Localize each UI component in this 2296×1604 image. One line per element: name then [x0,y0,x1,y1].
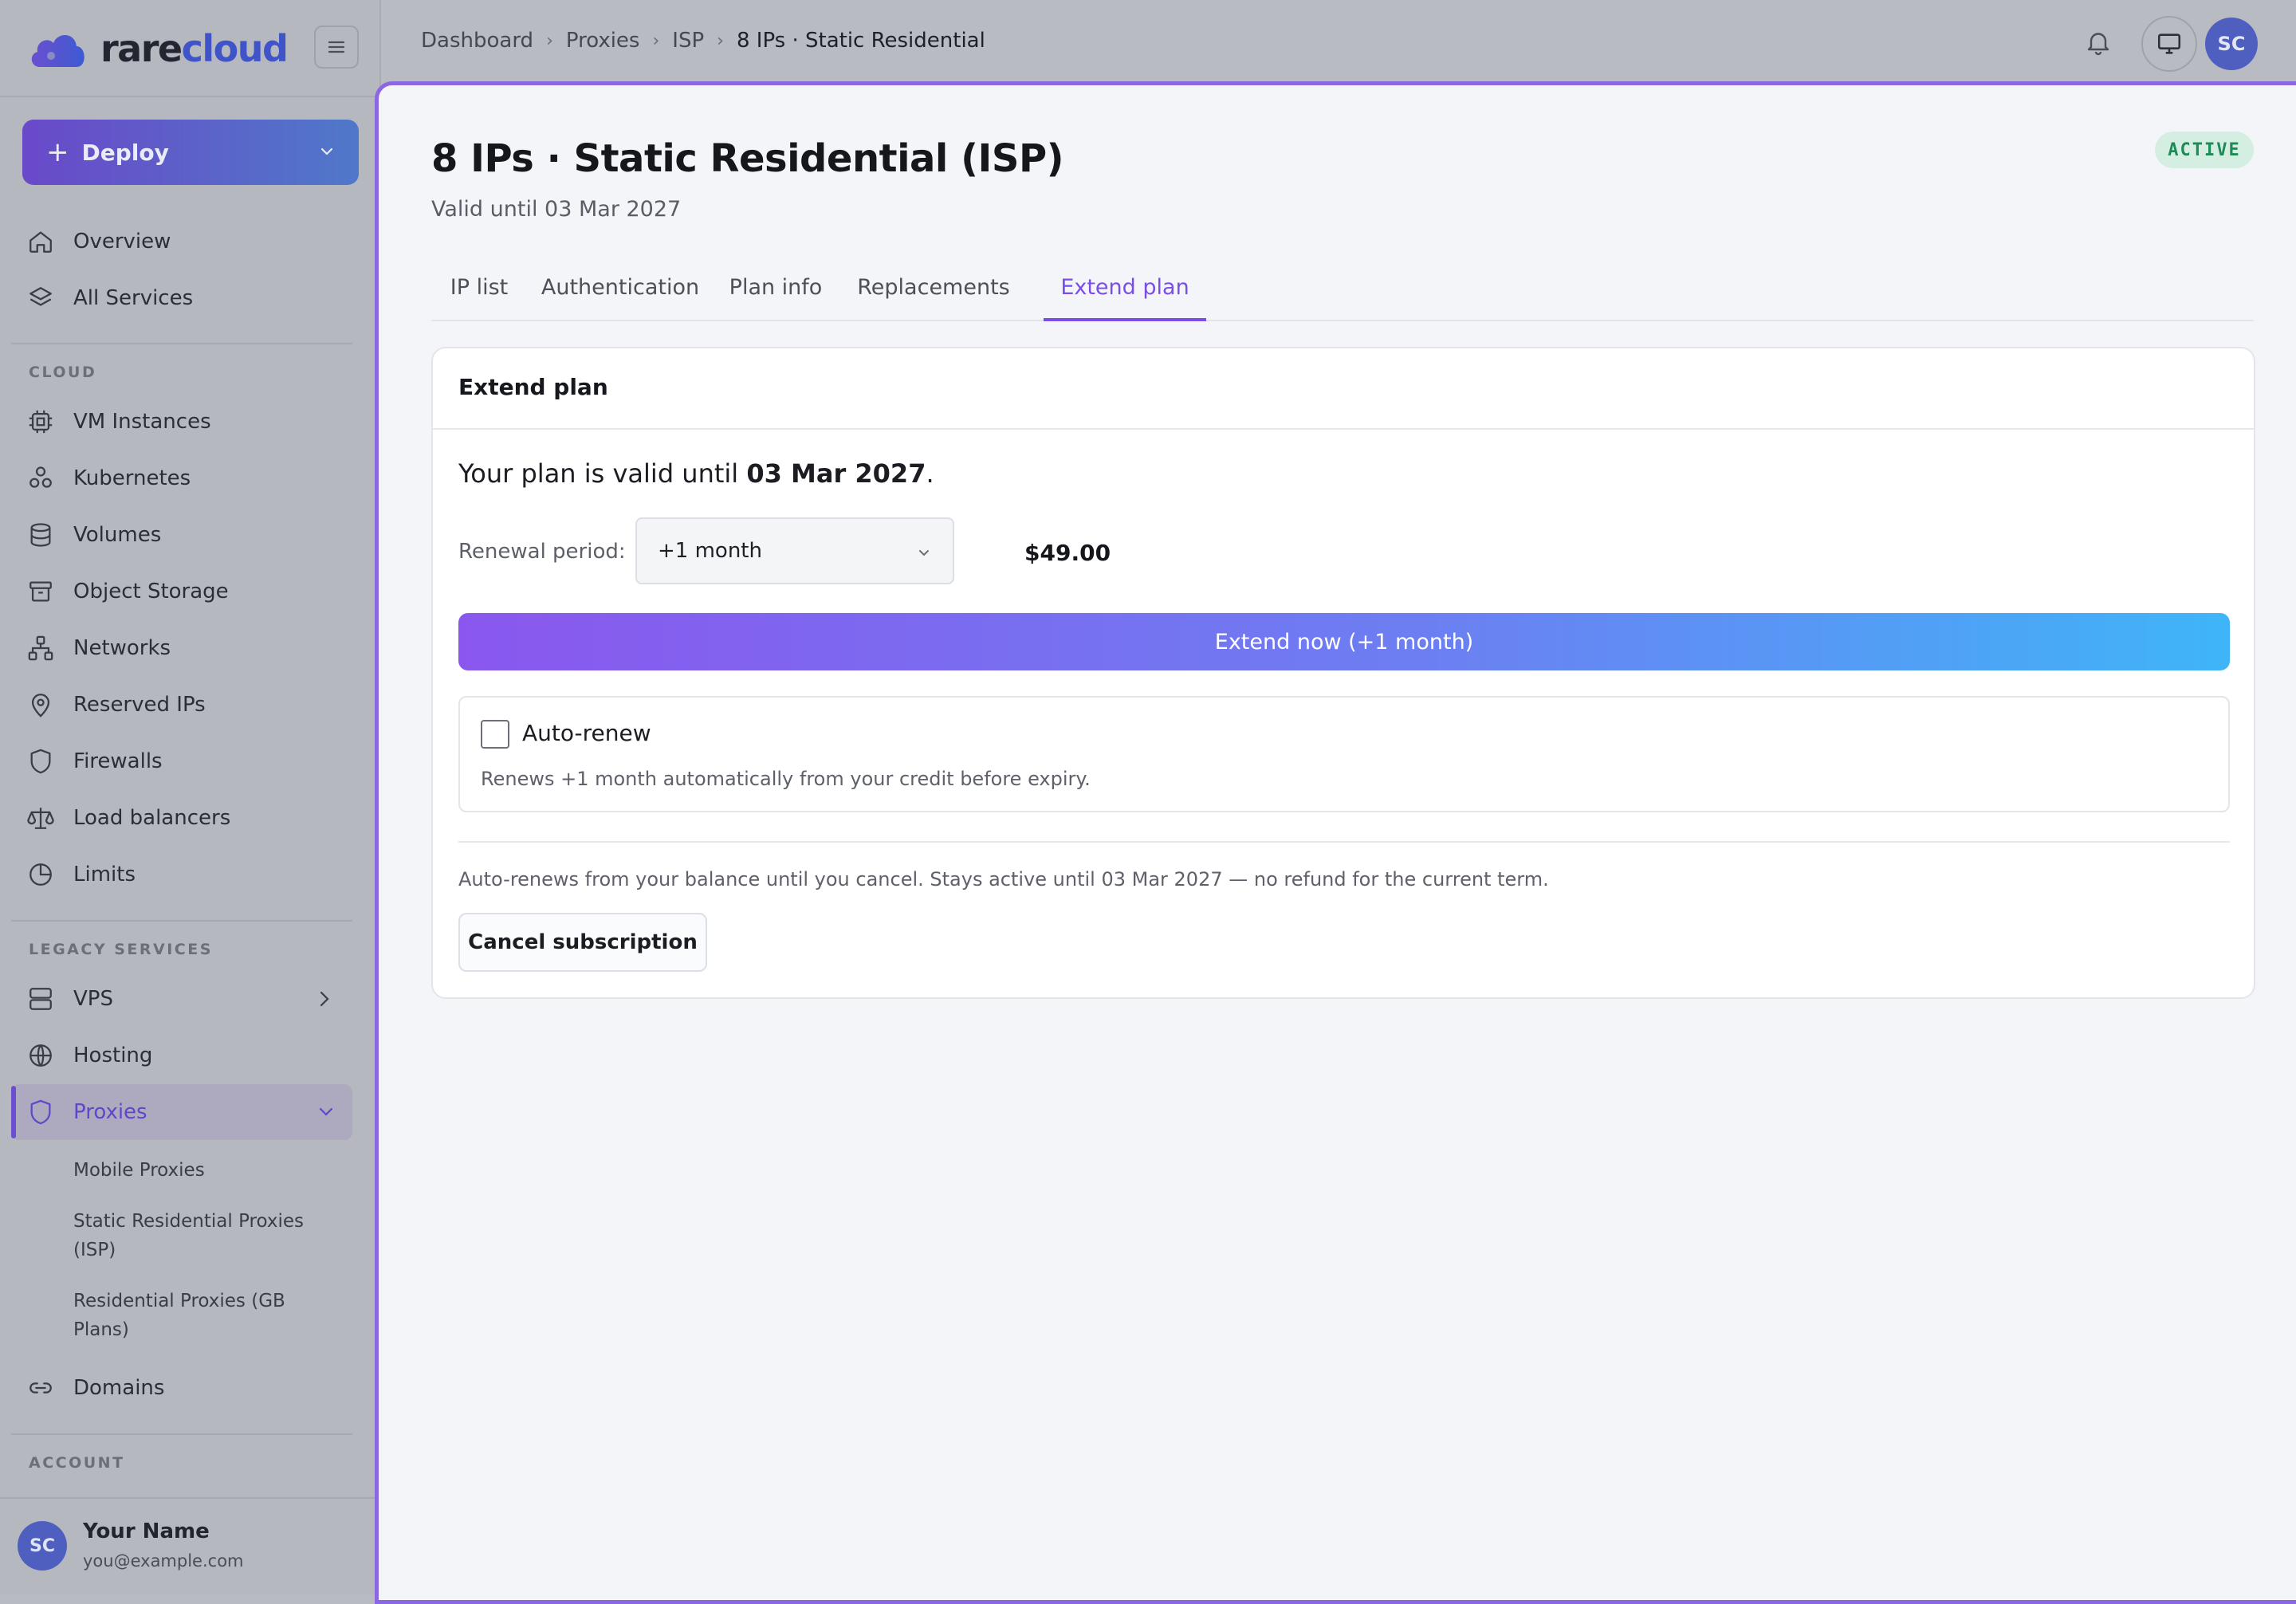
tab-replacements[interactable]: Replacements [836,267,1031,321]
page-title: 8 IPs · Static Residential (ISP) [431,136,1064,181]
main-panel: 8 IPs · Static Residential (ISP) Valid u… [375,81,2296,1604]
section-label-account: ACCOUNT [29,1454,125,1472]
tab-ip-list[interactable]: IP list [431,267,527,321]
extend-plan-card: Extend plan Your plan is valid until 03 … [431,347,2255,999]
sidebar-item-hosting[interactable]: Hosting [27,1034,152,1077]
sidebar-item-volumes[interactable]: Volumes [27,513,161,556]
plan-valid-date: 03 Mar 2027 [746,458,926,489]
sidebar-item-vps[interactable]: VPS [27,977,113,1020]
section-label-cloud: CLOUD [29,364,97,381]
sidebar-item-proxies[interactable]: Proxies [27,1091,147,1134]
avatar[interactable]: SC [18,1521,67,1571]
breadcrumb-dashboard[interactable]: Dashboard [421,29,533,53]
sidebar-item-firewalls[interactable]: Firewalls [27,740,163,783]
scale-icon [27,808,54,829]
breadcrumb-separator: › [717,30,724,51]
chevron-down-icon [919,550,929,556]
sidebar-toggle-button[interactable] [314,26,359,69]
renewal-period-select[interactable]: +1 month [635,517,954,584]
avatar[interactable]: SC [2205,18,2258,70]
sidebar-item-vm-instances[interactable]: VM Instances [27,400,211,443]
sidebar-item-kubernetes[interactable]: Kubernetes [27,457,191,500]
sidebar-divider [11,920,352,922]
active-indicator [11,1086,16,1138]
brand-name: rarecloud [100,27,289,70]
sidebar-divider [11,343,352,344]
breadcrumb-isp[interactable]: ISP [672,29,704,53]
cancel-note: Auto-renews from your balance until you … [458,868,1549,890]
sidebar-divider [11,1433,352,1435]
sidebar-divider [0,96,381,97]
breadcrumb-separator: › [546,30,553,51]
page-subtitle: Valid until 03 Mar 2027 [431,197,682,222]
sidebar-item-object-storage[interactable]: Object Storage [27,570,229,613]
monitor-icon [2157,33,2181,54]
section-label-legacy: LEGACY SERVICES [29,941,213,958]
network-icon [28,635,53,661]
server-icon [29,988,52,1010]
cpu-icon [29,410,53,434]
menu-icon [328,41,345,53]
sidebar-item-load-balancers[interactable]: Load balancers [27,796,230,839]
card-divider [458,841,2230,843]
sidebar-item-networks[interactable]: Networks [27,627,171,670]
kubernetes-icon [29,466,52,488]
chevron-down-icon[interactable] [316,1102,336,1122]
chevron-down-icon [320,147,333,155]
sidebar-subitem-mobile-proxies[interactable]: Mobile Proxies [73,1156,336,1185]
renewal-price: $49.00 [1024,540,1111,566]
sidebar-item-reserved-ips[interactable]: Reserved IPs [27,683,206,726]
plan-validity-text: Your plan is valid until 03 Mar 2027. [458,458,934,489]
archive-icon [29,581,52,602]
breadcrumb-current: 8 IPs · Static Residential [736,29,985,53]
tab-extend-plan[interactable]: Extend plan [1044,267,1206,321]
breadcrumb-proxies[interactable]: Proxies [566,29,640,53]
plus-icon: + [46,136,69,168]
card-header: Extend plan [433,348,2254,430]
breadcrumb-separator: › [652,30,660,51]
bell-icon[interactable] [2084,27,2113,57]
shield-icon [30,749,51,774]
breadcrumb: Dashboard › Proxies › ISP › 8 IPs · Stat… [421,29,985,53]
sidebar-item-limits[interactable]: Limits [27,853,136,896]
sidebar-item-all-services[interactable]: All Services [27,277,193,320]
tab-plan-info[interactable]: Plan info [718,267,833,321]
tab-bar: IP list Authentication Plan info Replace… [431,267,2254,321]
deploy-button[interactable]: + Deploy [22,120,359,185]
sidebar-item-overview[interactable]: Overview [27,220,171,263]
sidebar: rarecloud + Deploy Overview All Services… [0,0,381,1594]
user-name: Your Name [83,1519,210,1543]
topbar: Dashboard › Proxies › ISP › 8 IPs · Stat… [381,0,2296,85]
sidebar-divider [0,1497,381,1499]
sidebar-subitem-residential-gb[interactable]: Residential Proxies (GB Plans) [73,1287,313,1344]
cloud-logo-icon [31,34,85,67]
home-icon [29,231,52,253]
chevron-right-icon[interactable] [316,989,333,1009]
deploy-label: Deploy [81,139,169,166]
user-email: you@example.com [83,1551,244,1571]
database-icon [30,523,51,547]
extend-now-button[interactable]: Extend now (+1 month) [458,613,2230,670]
cancel-subscription-button[interactable]: Cancel subscription [458,913,707,972]
renewal-period-label: Renewal period: [458,540,626,564]
globe-icon [29,1044,52,1067]
sidebar-item-domains[interactable]: Domains [27,1366,164,1409]
sidebar-subitem-static-residential[interactable]: Static Residential Proxies (ISP) [73,1207,328,1264]
card-title: Extend plan [458,374,608,400]
status-badge: ACTIVE [2155,132,2254,168]
link-icon [29,1382,52,1394]
auto-renew-label[interactable]: Auto-renew [522,720,651,746]
pie-chart-icon [29,863,52,886]
map-pin-icon [31,694,50,717]
display-toggle-button[interactable] [2141,16,2197,72]
auto-renew-help: Renews +1 month automatically from your … [481,768,1091,790]
brand-logo[interactable]: rarecloud [27,22,289,75]
tab-authentication[interactable]: Authentication [530,267,710,321]
auto-renew-checkbox[interactable] [481,720,509,749]
layers-icon [29,287,52,306]
auto-renew-box: Auto-renew Renews +1 month automatically… [458,696,2230,812]
shield-icon [30,1099,51,1125]
